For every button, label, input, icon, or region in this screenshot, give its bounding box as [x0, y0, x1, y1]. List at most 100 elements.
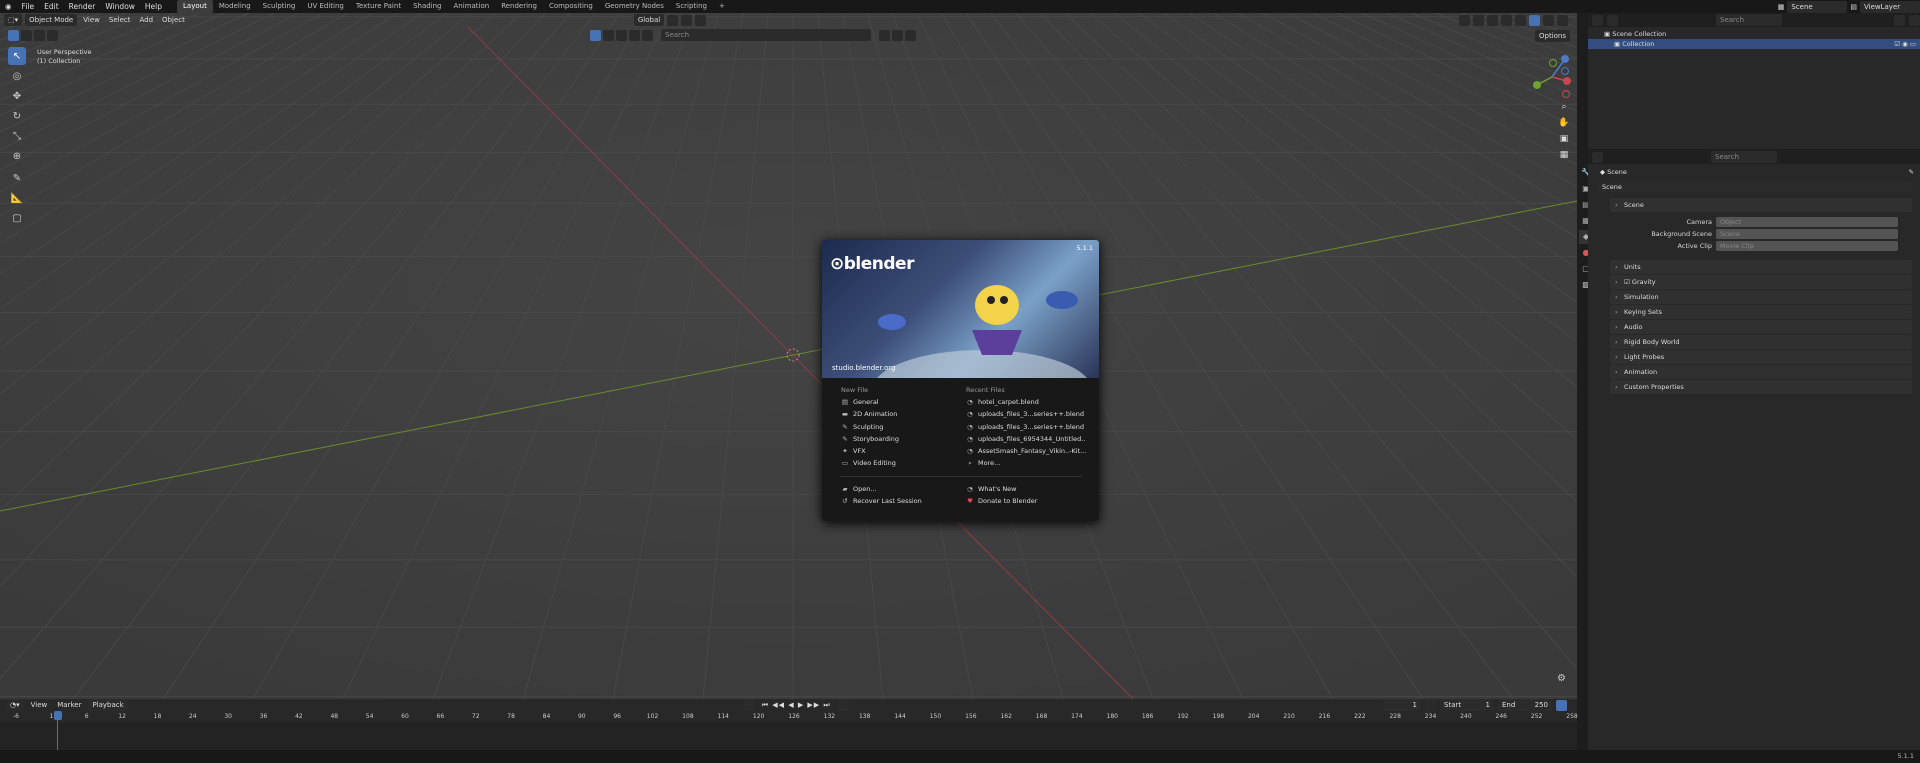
workspace-tab-uv-editing[interactable]: UV Editing [301, 0, 350, 13]
menu-file[interactable]: File [17, 0, 40, 13]
workspace-tab-layout[interactable]: Layout [177, 0, 213, 13]
active-clip-field[interactable]: Movie Clip [1716, 241, 1898, 251]
current-frame-field[interactable]: 1 [1383, 699, 1421, 711]
visibility-eye-icon[interactable]: ☑ ◉ ▭ [1894, 39, 1920, 49]
select-xor-icon[interactable] [47, 30, 58, 41]
mode-dropdown[interactable]: Object Mode [25, 14, 78, 26]
search-input[interactable]: Search [661, 29, 871, 41]
gravity-panel[interactable]: ☑ Gravity [1610, 275, 1912, 289]
menu-view[interactable]: View [80, 14, 103, 26]
zoom-icon[interactable]: ⌕ [1557, 99, 1571, 115]
preview-range-icon[interactable] [1425, 699, 1436, 711]
select-new-icon[interactable] [8, 30, 19, 41]
outliner-search-input[interactable]: Search [1716, 14, 1782, 26]
select-extend-icon[interactable] [603, 29, 614, 41]
recent-file-2[interactable]: ◔ uploads_files_3...series++.blend [966, 408, 1086, 420]
timeline-menu-marker[interactable]: Marker [54, 699, 84, 711]
workspace-tab-sculpting[interactable]: Sculpting [257, 0, 302, 13]
custom-properties-panel[interactable]: Custom Properties [1610, 380, 1912, 394]
units-panel[interactable]: Units [1610, 260, 1912, 274]
new-file-video-editing[interactable]: ▭ Video Editing [841, 457, 956, 469]
keying-sets-panel[interactable]: Keying Sets [1610, 305, 1912, 319]
editor-type-button[interactable]: ⬚▾ [4, 14, 23, 26]
menu-window[interactable]: Window [100, 0, 140, 13]
camera-view-icon[interactable]: ▣ [1557, 131, 1571, 147]
properties-editor-type-icon[interactable] [1592, 151, 1603, 163]
timeline-track-area[interactable] [0, 722, 1577, 750]
outliner-scene-collection[interactable]: ▣ Scene Collection [1588, 29, 1920, 39]
xray-toggle-icon[interactable] [1501, 14, 1512, 26]
workspace-tab-scripting[interactable]: Scripting [670, 0, 713, 13]
whats-new-link[interactable]: ◔ What's New [966, 483, 1037, 495]
menu-edit[interactable]: Edit [39, 0, 64, 13]
new-file-general[interactable]: ▤ General [841, 396, 956, 408]
shading-rendered-icon[interactable] [1557, 14, 1568, 26]
new-file-vfx[interactable]: ✦ VFX [841, 445, 956, 457]
menu-render[interactable]: Render [64, 0, 101, 13]
recent-file-1[interactable]: ◔ hotel_carpet.blend [966, 396, 1086, 408]
navigation-gizmo[interactable] [1527, 51, 1577, 101]
outliner-filter-icon[interactable] [1894, 14, 1905, 26]
filter-icon[interactable] [892, 29, 903, 41]
overlay-toggle-icon[interactable] [1487, 14, 1498, 26]
new-file-sculpting[interactable]: ✎ Sculpting [841, 421, 956, 433]
scale-tool-icon[interactable]: ⤡ [8, 127, 26, 145]
pivot-point-icon[interactable] [667, 14, 679, 26]
scene-selector[interactable]: Scene [1787, 0, 1848, 13]
viewport-settings-icon[interactable]: ⚙ [1557, 673, 1566, 684]
simulation-panel[interactable]: Simulation [1610, 290, 1912, 304]
open-file-button[interactable]: ▰ Open... [841, 483, 922, 495]
animation-panel[interactable]: Animation [1610, 365, 1912, 379]
visibility-icon[interactable] [1459, 14, 1470, 26]
properties-search-input[interactable]: Search [1711, 151, 1777, 163]
cursor-tool-icon[interactable]: ◎ [8, 67, 26, 85]
workspace-tab-compositing[interactable]: Compositing [543, 0, 599, 13]
add-cube-tool-icon[interactable]: ▢ [8, 209, 26, 227]
audio-panel[interactable]: Audio [1610, 320, 1912, 334]
annotate-tool-icon[interactable]: ✎ [8, 169, 26, 187]
outliner-collection[interactable]: ▣ Collection ☑ ◉ ▭ [1588, 39, 1920, 49]
filter-options-icon[interactable] [905, 29, 916, 41]
workspace-tab-shading[interactable]: Shading [407, 0, 447, 13]
start-frame-field[interactable]: Start 1 [1440, 699, 1494, 711]
pin-icon[interactable]: ✎ [1909, 165, 1920, 180]
select-box-tool-icon[interactable]: ↖ [8, 47, 26, 65]
recent-file-5[interactable]: ◔ AssetSmash_Fantasy_Vikin..-Kit... [966, 445, 1086, 457]
rigid-body-world-panel[interactable]: Rigid Body World [1610, 335, 1912, 349]
bookmark-icon[interactable] [879, 29, 890, 41]
snap-icon[interactable] [681, 14, 693, 26]
new-file-storyboarding[interactable]: ✎ Storyboarding [841, 433, 956, 445]
menu-help[interactable]: Help [140, 0, 167, 13]
pan-hand-icon[interactable]: ✋ [1557, 115, 1571, 131]
select-mode-icon[interactable] [590, 29, 601, 41]
outliner-editor-type-icon[interactable] [1592, 14, 1603, 26]
menu-select[interactable]: Select [106, 14, 134, 26]
menu-object[interactable]: Object [159, 14, 188, 26]
perspective-toggle-icon[interactable]: ▦ [1557, 147, 1571, 163]
select-invert-icon[interactable] [629, 29, 640, 41]
add-workspace-button[interactable]: + [713, 0, 731, 13]
donate-link[interactable]: ♥ Donate to Blender [966, 495, 1037, 507]
select-intersect-icon[interactable] [642, 29, 653, 41]
recover-session-button[interactable]: ↺ Recover Last Session [841, 495, 922, 507]
recent-file-3[interactable]: ◔ uploads_files_3...series++.blend [966, 421, 1086, 433]
proportional-edit-icon[interactable] [695, 14, 707, 26]
new-file-2d-animation[interactable]: ▬ 2D Animation [841, 408, 956, 420]
outliner-display-mode-icon[interactable] [1607, 14, 1618, 26]
workspace-tab-texture-paint[interactable]: Texture Paint [350, 0, 407, 13]
workspace-tab-geometry-nodes[interactable]: Geometry Nodes [599, 0, 670, 13]
options-dropdown[interactable]: Options [1535, 30, 1571, 42]
recent-file-4[interactable]: ◔ uploads_files_6954344_Untitled... [966, 433, 1086, 445]
end-frame-field[interactable]: End 250 [1498, 699, 1552, 711]
move-tool-icon[interactable]: ✥ [8, 87, 26, 105]
timeline-menu-view[interactable]: View [28, 699, 51, 711]
scene-icon[interactable]: ▦ [1775, 1, 1788, 13]
gizmo-toggle-icon[interactable] [1473, 14, 1484, 26]
view-layer-icon[interactable]: ▤ [1847, 1, 1860, 13]
shading-material-icon[interactable] [1543, 14, 1554, 26]
new-collection-icon[interactable] [1909, 14, 1920, 26]
timeline-view-icon[interactable] [1556, 699, 1567, 711]
splash-url[interactable]: studio.blender.org [832, 364, 895, 372]
workspace-tab-modeling[interactable]: Modeling [213, 0, 257, 13]
menu-add[interactable]: Add [136, 14, 156, 26]
